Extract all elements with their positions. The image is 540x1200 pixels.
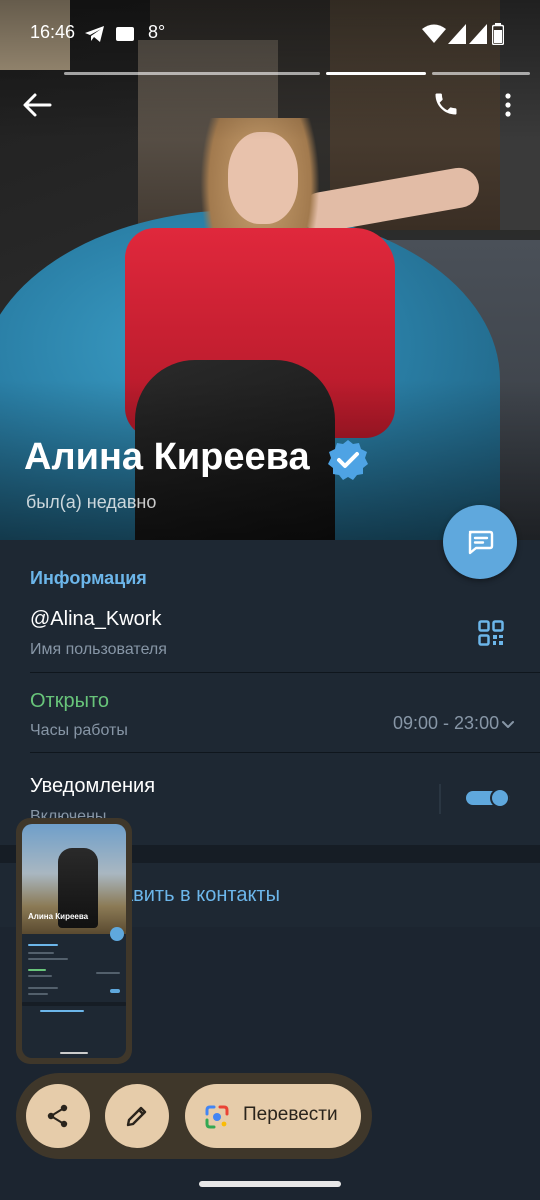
username-value[interactable]: @Alina_Kwork xyxy=(30,608,161,631)
screenshot-preview-line xyxy=(96,972,120,974)
signal-icon xyxy=(469,24,487,44)
screenshot-preview-name: Алина Киреева xyxy=(28,912,89,921)
share-button[interactable] xyxy=(26,1084,90,1148)
telegram-icon xyxy=(85,26,104,42)
status-temperature: 8° xyxy=(148,22,166,42)
divider xyxy=(30,752,540,753)
message-icon xyxy=(468,530,494,555)
translate-label: Перевести xyxy=(243,1104,338,1125)
arrow-left-icon[interactable] xyxy=(22,92,52,118)
home-indicator[interactable] xyxy=(199,1181,341,1187)
message-icon xyxy=(116,27,134,41)
username-label: Имя пользователя xyxy=(30,641,167,658)
divider xyxy=(30,672,540,673)
notifications-toggle[interactable] xyxy=(466,786,512,810)
business-status[interactable]: Открыто xyxy=(30,690,109,713)
pencil-icon xyxy=(126,1106,147,1127)
photo-pager-segment xyxy=(64,72,320,75)
screenshot-preview-toggle xyxy=(110,989,120,993)
section-title: Информация xyxy=(30,568,147,588)
screenshot-preview-line xyxy=(28,969,46,971)
screenshot-preview-fab xyxy=(110,927,124,941)
profile-name: Алина Киреева xyxy=(24,436,310,478)
add-to-contacts-label[interactable]: авить в контакты xyxy=(122,884,280,907)
message-button[interactable] xyxy=(443,505,517,579)
screenshot-preview-line xyxy=(28,987,58,989)
hours-label: Часы работы xyxy=(30,722,128,739)
photo-person-face xyxy=(228,132,298,224)
edit-button[interactable] xyxy=(105,1084,169,1148)
screenshot-preview-content: Алина Киреева xyxy=(22,824,126,1058)
last-seen-status: был(а) недавно xyxy=(26,492,157,512)
photo-pager-segment xyxy=(432,72,530,75)
screenshot-preview-line xyxy=(28,944,58,946)
google-lens-icon xyxy=(205,1105,229,1129)
screenshot-preview-line xyxy=(28,958,68,960)
screenshot-preview[interactable]: Алина Киреева xyxy=(16,818,132,1064)
status-time: 16:46 xyxy=(30,22,76,42)
screenshot-preview-line xyxy=(40,1010,84,1012)
screenshot-preview-line xyxy=(28,975,52,977)
screenshot-preview-line xyxy=(28,952,54,954)
chevron-down-icon[interactable] xyxy=(500,716,516,732)
more-vertical-icon[interactable] xyxy=(500,92,516,118)
phone-icon[interactable] xyxy=(432,90,460,118)
vertical-separator xyxy=(439,784,441,814)
share-icon xyxy=(47,1104,68,1128)
qr-code-icon[interactable] xyxy=(478,620,504,646)
battery-icon xyxy=(492,23,504,45)
photo-pager-segment-active xyxy=(326,72,426,75)
photo-shade xyxy=(0,0,540,140)
screenshot-preview-gap xyxy=(22,1002,126,1006)
screenshot-preview-line xyxy=(28,993,48,995)
notifications-label[interactable]: Уведомления xyxy=(30,775,155,798)
signal-icon xyxy=(448,24,466,44)
wifi-icon xyxy=(422,24,446,43)
verified-badge-icon[interactable] xyxy=(326,438,370,482)
screenshot-preview-home-bar xyxy=(60,1052,88,1054)
hours-value[interactable]: 09:00 - 23:00 xyxy=(393,713,499,734)
